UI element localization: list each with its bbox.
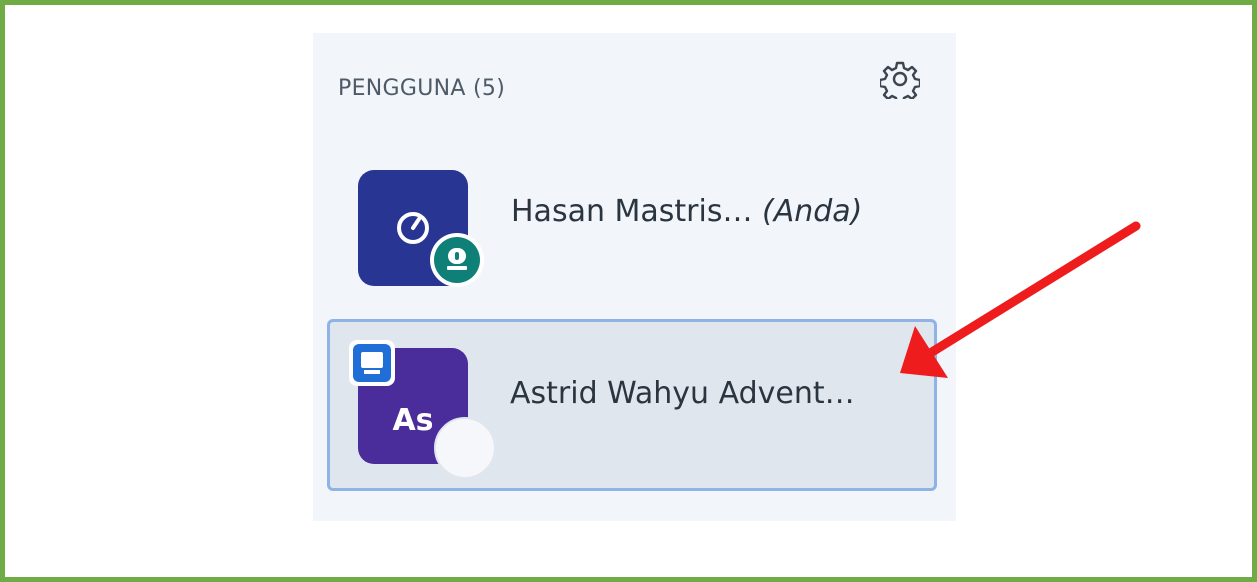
annotation-arrow [900,221,1141,378]
